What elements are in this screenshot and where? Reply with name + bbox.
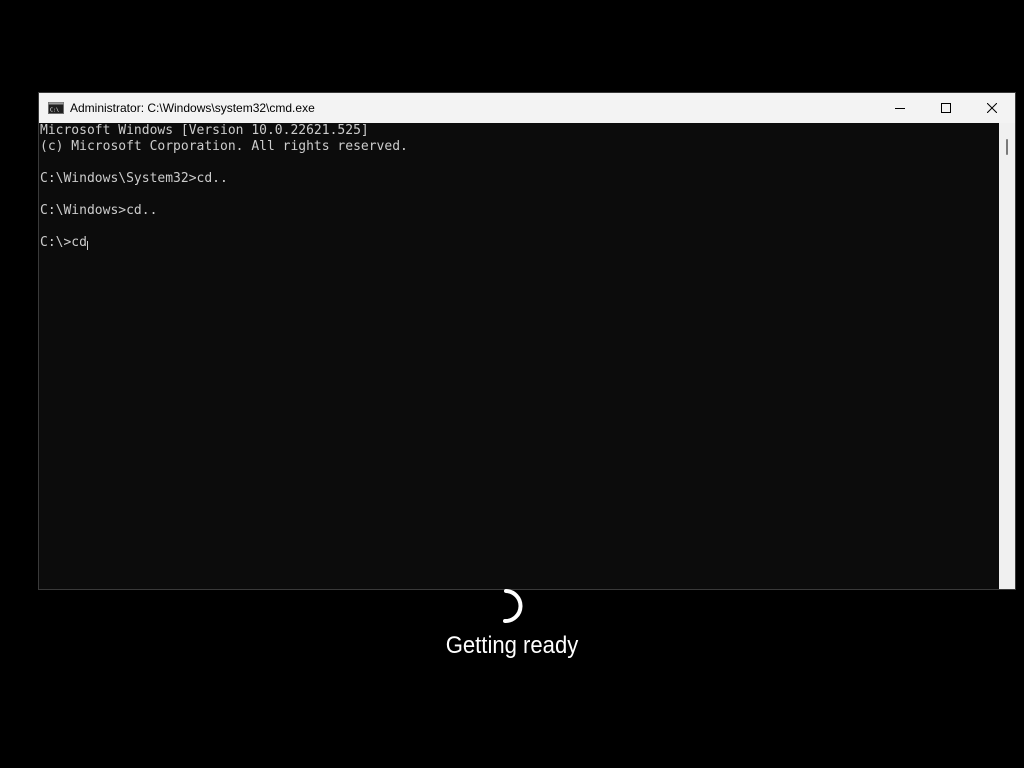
maximize-button[interactable] [923, 93, 969, 123]
vertical-scrollbar[interactable] [999, 123, 1015, 589]
command-input[interactable]: C:\>cd [40, 235, 87, 251]
text-cursor [86, 241, 88, 250]
console-line: (c) Microsoft Corporation. All rights re… [40, 139, 408, 154]
title-bar[interactable]: C:\ Administrator: C:\Windows\system32\c… [39, 93, 1015, 123]
command-prompt-line[interactable]: C:\>cd [39, 235, 999, 251]
scrollbar-thumb[interactable] [1006, 139, 1008, 155]
cmd-icon: C:\ [48, 102, 64, 114]
minimize-icon [895, 108, 905, 109]
svg-text:C:\: C:\ [50, 108, 59, 114]
boot-status-overlay: Getting ready [0, 588, 1024, 660]
close-button[interactable] [969, 93, 1015, 123]
window-title: Administrator: C:\Windows\system32\cmd.e… [70, 101, 315, 115]
status-text: Getting ready [445, 632, 579, 659]
console-output[interactable]: Microsoft Windows [Version 10.0.22621.52… [39, 123, 999, 589]
minimize-button[interactable] [877, 93, 923, 123]
console-line: Microsoft Windows [Version 10.0.22621.52… [40, 123, 369, 138]
spinner-icon [503, 589, 523, 624]
cmd-window: C:\ Administrator: C:\Windows\system32\c… [38, 92, 1016, 590]
close-icon [987, 103, 997, 113]
console-line: C:\Windows\System32>cd.. [40, 171, 228, 186]
caption-buttons [877, 93, 1015, 123]
console-line: C:\Windows>cd.. [40, 203, 158, 218]
maximize-icon [941, 103, 951, 113]
